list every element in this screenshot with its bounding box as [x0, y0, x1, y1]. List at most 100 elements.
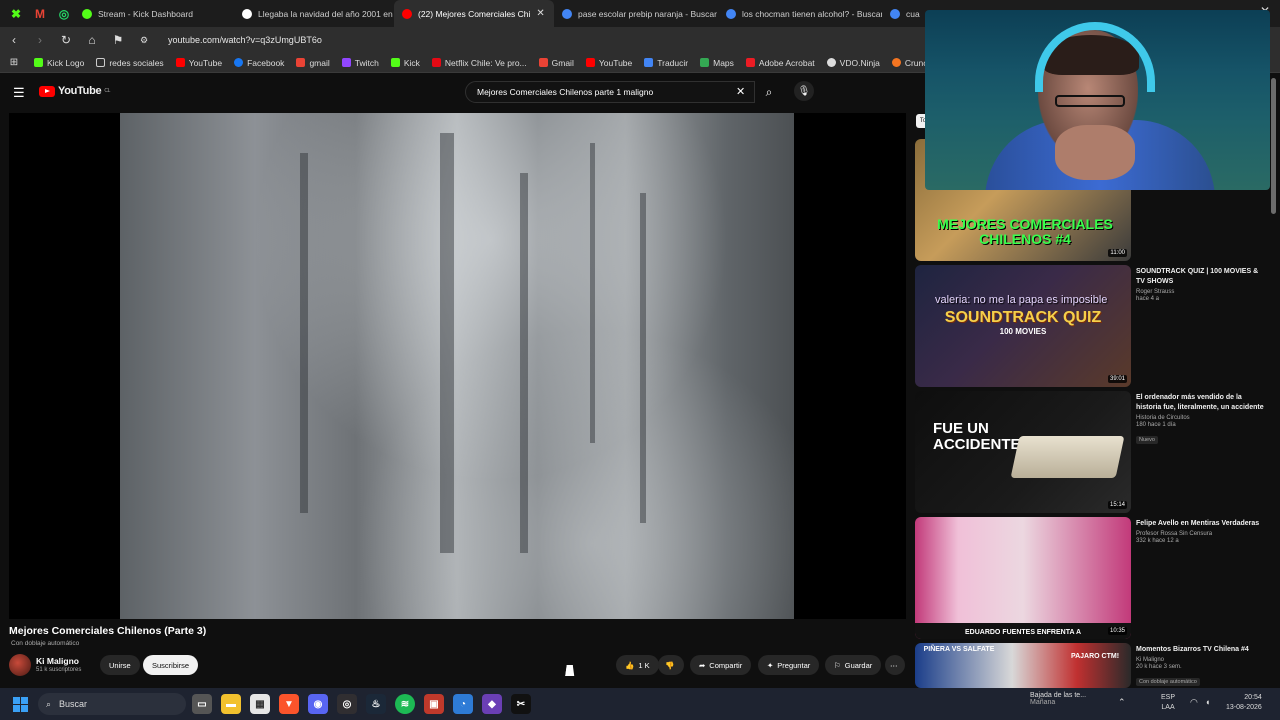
recommendation-channel: Ki Maligno: [1136, 657, 1165, 664]
ask-button[interactable]: ✦ Preguntar: [758, 655, 820, 675]
system-tray-chevron-icon[interactable]: ⌃: [1118, 697, 1126, 708]
system-status-icons[interactable]: ◠ ◖: [1190, 697, 1210, 708]
taskbar-search[interactable]: ⌕ Buscar: [38, 693, 186, 715]
youtube-play-icon: [39, 85, 55, 97]
recommendation-item[interactable]: PIÑERA VS SALFATE PAJARO CTM! Momentos B…: [915, 643, 1267, 688]
webcam-overlay: [925, 10, 1270, 190]
video-player[interactable]: [9, 113, 906, 619]
thumbs-up-icon: 👍: [625, 660, 635, 670]
more-actions-button[interactable]: ⋯: [885, 655, 905, 675]
tab-tiktok[interactable]: Llegaba la navidad del año 2001 en C: [234, 0, 394, 27]
bookmark-kick[interactable]: Kick: [390, 58, 420, 68]
media-app-icon[interactable]: ▣: [424, 694, 444, 714]
discord-icon[interactable]: ◉: [308, 694, 328, 714]
bookmark-traducir[interactable]: Traducir: [644, 58, 688, 68]
recommendation-item[interactable]: EDUARDO FUENTES ENFRENTA A 10:35 Felipe …: [915, 517, 1267, 639]
recommendation-item[interactable]: FUE UN ACCIDENTE 15:14 El ordenador más …: [915, 391, 1267, 513]
maps-icon: [700, 58, 710, 67]
save-button[interactable]: ⚐ Guardar: [825, 655, 882, 675]
bookmark-kick-logo[interactable]: Kick Logo: [34, 58, 84, 68]
duration-badge: 15:14: [1107, 501, 1127, 509]
recommendation-info: El ordenador más vendido de la historia …: [1136, 393, 1264, 446]
thumbnail-text: SOUNDTRACK QUIZ: [944, 309, 1102, 326]
visual-studio-icon[interactable]: ◆: [482, 694, 502, 714]
recommendation-title: Momentos Bizarros TV Chilena #4: [1136, 646, 1249, 653]
join-button[interactable]: Unirse: [100, 655, 140, 675]
close-tab-icon[interactable]: ✕: [536, 8, 544, 19]
site-info-icon[interactable]: ⚙: [136, 35, 152, 46]
bookmark-twitch[interactable]: Twitch: [341, 58, 379, 68]
capcut-icon[interactable]: ✂: [511, 694, 531, 714]
like-button[interactable]: 👍 1 K: [616, 655, 659, 675]
avatar[interactable]: [9, 654, 31, 676]
bookmark-facebook[interactable]: Facebook: [234, 58, 284, 68]
windows-taskbar: ⌕ Buscar ▭ ▬ ▦ ▼ ◉ ◎ ♨ ≋ ▣ ◔ ◆ ✂ Bajada d…: [0, 688, 1280, 720]
recommendation-info: SOUNDTRACK QUIZ | 100 MOVIES & TV SHOWS …: [1136, 267, 1264, 302]
status-badge: Con doblaje automático: [1136, 678, 1200, 687]
spotify-icon[interactable]: ≋: [395, 694, 415, 714]
channel-name[interactable]: Ki Maligno: [36, 656, 79, 666]
bookmark-vdo-ninja[interactable]: VDO.Ninja: [826, 58, 880, 68]
recommendation-item[interactable]: SOUNDTRACK QUIZ 100 MOVIES 39:01 SOUNDTR…: [915, 265, 1267, 387]
recommendation-channel: Profesor Rossa Sin Censura: [1136, 531, 1213, 538]
bookmark-gmail[interactable]: gmail: [296, 58, 330, 68]
microphone-icon[interactable]: 🎙: [794, 81, 814, 101]
more-icon: ⋯: [890, 660, 898, 670]
bookmark-netflix[interactable]: Netflix Chile: Ve pro...: [431, 58, 527, 68]
url-field[interactable]: youtube.com/watch?v=q3zUmgUBT6o: [168, 35, 322, 45]
auto-dub-note: Con doblaje automático: [11, 640, 80, 647]
tab-youtube-active[interactable]: (22) Mejores Comerciales Chi ✕: [394, 0, 554, 27]
video-thumbnail: EDUARDO FUENTES ENFRENTA A 10:35: [915, 517, 1131, 639]
browser-app-icon[interactable]: ◔: [453, 694, 473, 714]
kick-pinned-tab[interactable]: ✖: [6, 4, 26, 24]
tab-search-pase[interactable]: pase escolar prebip naranja - Buscar: [554, 0, 718, 27]
youtube-icon: [585, 58, 595, 67]
bookmark-redes-sociales[interactable]: redes sociales: [96, 58, 164, 68]
clear-search-icon[interactable]: ✕: [736, 85, 745, 98]
recommendation-meta: 332 k hace 12 a: [1136, 538, 1179, 545]
obs-icon[interactable]: ◎: [337, 694, 357, 714]
bookmark-youtube-2[interactable]: YouTube: [585, 58, 632, 68]
whatsapp-pinned-tab[interactable]: ◎: [54, 4, 74, 24]
youtube-logo[interactable]: YouTube CL: [39, 85, 110, 97]
forward-icon[interactable]: ›: [32, 33, 48, 47]
language-indicator[interactable]: ESP LAA: [1161, 693, 1175, 713]
kick-icon: [390, 58, 400, 67]
back-icon[interactable]: ‹: [6, 33, 22, 47]
apps-grid-icon[interactable]: ⊞: [6, 57, 22, 68]
dislike-button[interactable]: 👎: [658, 655, 684, 675]
steam-icon[interactable]: ♨: [366, 694, 386, 714]
tab-kick-dashboard[interactable]: Stream - Kick Dashboard: [74, 0, 234, 27]
bookmark-adobe-acrobat[interactable]: Adobe Acrobat: [745, 58, 815, 68]
folder-icon: [96, 58, 106, 67]
tab-search-cua[interactable]: cua: [882, 0, 922, 27]
windows-start-icon[interactable]: [13, 697, 28, 712]
wifi-icon: ◠: [1190, 697, 1198, 707]
keyboard-image: [1010, 436, 1125, 478]
clock[interactable]: 20:54 13-08-2026: [1226, 693, 1262, 713]
reload-icon[interactable]: ↻: [58, 33, 74, 47]
recommendation-channel: Historia de Circuitos: [1136, 415, 1190, 422]
tab-search-chocman[interactable]: los chocman tienen alcohol? - Buscar: [718, 0, 882, 27]
hamburger-menu-icon[interactable]: ☰: [13, 85, 25, 101]
page-scrollbar[interactable]: [1271, 78, 1276, 214]
search-icon[interactable]: ⌕: [755, 81, 783, 103]
facebook-icon: [234, 58, 244, 67]
weather-widget[interactable]: Bajada de las te... Mañana: [1010, 692, 1086, 706]
bookmark-maps[interactable]: Maps: [700, 58, 734, 68]
thumbnail-text: FUE UN ACCIDENTE: [933, 420, 1021, 453]
search-input[interactable]: Mejores Comerciales Chilenos parte 1 mal…: [465, 81, 755, 103]
file-explorer-icon[interactable]: ▬: [221, 694, 241, 714]
store-icon[interactable]: ▦: [250, 694, 270, 714]
share-button[interactable]: ➦ Compartir: [690, 655, 752, 675]
bookmark-youtube[interactable]: YouTube: [175, 58, 222, 68]
bookmark-gmail-2[interactable]: Gmail: [538, 58, 574, 68]
gmail-pinned-tab[interactable]: M: [30, 4, 50, 24]
bookmark-icon[interactable]: ⚑: [110, 33, 126, 47]
recommendation-info: Momentos Bizarros TV Chilena #4 Ki Malig…: [1136, 645, 1264, 688]
brave-icon[interactable]: ▼: [279, 694, 299, 714]
task-view-icon[interactable]: ▭: [192, 694, 212, 714]
thumbnail-subtext: 100 MOVIES: [999, 327, 1047, 336]
subscribe-button[interactable]: Suscribirse: [143, 655, 199, 675]
home-icon[interactable]: ⌂: [84, 33, 100, 47]
